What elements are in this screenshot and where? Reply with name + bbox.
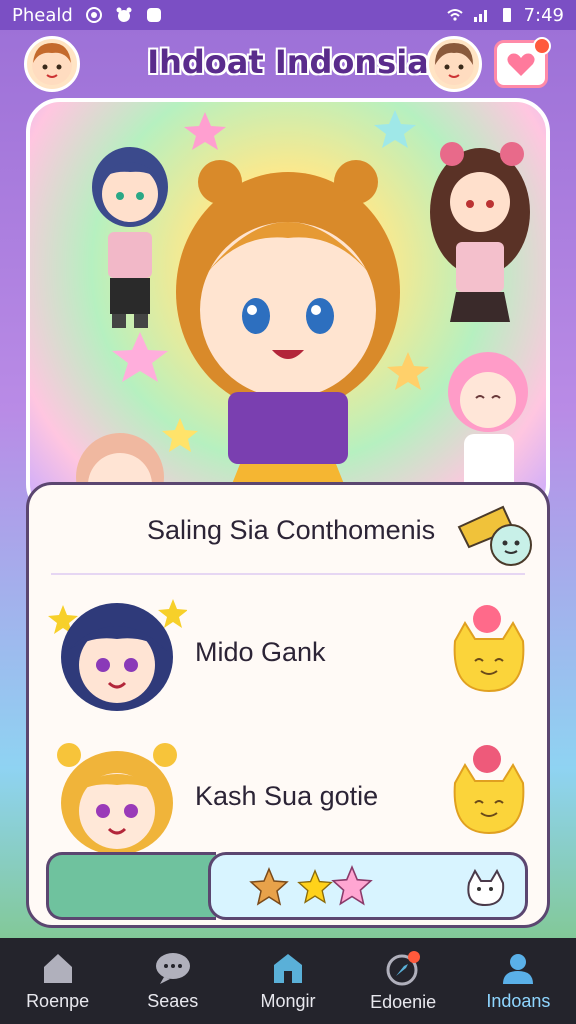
chibi-blonde-hair-avatar: [57, 743, 177, 855]
status-bar: Pheald 7:49: [0, 0, 576, 30]
cat-sticker-icon: [453, 745, 525, 835]
nav-item-home[interactable]: Roenpe: [3, 951, 113, 1012]
list-item[interactable]: Saling Sia Conthomenis: [29, 485, 547, 577]
nav-item-label: Edoenie: [370, 991, 437, 1012]
chibi-group-illustration: [76, 110, 530, 514]
rain-candy-icon: [457, 505, 532, 566]
chibi-blue-hair: [92, 147, 168, 328]
record-icon: [85, 7, 102, 23]
notification-dot: [533, 37, 551, 55]
cat-sticker-icon: [453, 605, 525, 693]
status-time: 7:49: [523, 4, 564, 26]
chibi-brown-hair: [430, 142, 530, 322]
signal-icon: [473, 10, 487, 22]
cookie-star-icon[interactable]: [249, 867, 289, 907]
list-item-label: Kash Sua gotie: [195, 781, 379, 811]
chat-icon: [155, 952, 190, 984]
pink-star-icon[interactable]: [331, 865, 373, 907]
home-icon: [43, 953, 72, 983]
list-item-label: Saling Sia Conthomenis: [147, 515, 436, 545]
avatar-right[interactable]: [426, 36, 482, 92]
heart-message-icon: [507, 53, 535, 76]
nav-item-chat[interactable]: Seaes: [118, 951, 228, 1012]
status-app-label: Pheald: [12, 4, 73, 26]
profile-icon: [503, 953, 534, 984]
list-item[interactable]: Mido Gank: [29, 581, 547, 721]
hero-illustration: [26, 98, 550, 518]
nav-item-compass[interactable]: Edoenie: [348, 950, 458, 1013]
page-title: Ihdoat Indonsia: [147, 43, 429, 81]
tray-left-panel: [46, 852, 216, 920]
chibi-main-orange-hair: [176, 160, 400, 514]
nav-item-label: Roenpe: [26, 990, 90, 1011]
messages-button[interactable]: [494, 37, 551, 88]
nav-item-label: Mongir: [260, 990, 316, 1011]
list-item[interactable]: Kash Sua gotie: [29, 731, 547, 861]
app-header: Ihdoat Indonsia: [0, 30, 576, 94]
store-icon: [273, 953, 302, 983]
avatar-girl-icon: [434, 43, 474, 85]
bear-icon: [116, 7, 132, 22]
star-decoration: [184, 112, 226, 150]
list-item-label: Mido Gank: [195, 637, 326, 667]
sticker-tray[interactable]: [208, 852, 528, 920]
compass-icon: [386, 950, 421, 985]
nav-item-label: Indoans: [486, 990, 551, 1011]
chibi-pink-hair: [448, 352, 528, 494]
cat-sticker-icon[interactable]: [463, 865, 507, 909]
star-decoration: [387, 352, 429, 390]
divider: [51, 573, 525, 575]
chibi-purple-hair-avatar: [48, 599, 187, 711]
wifi-icon: [446, 9, 463, 21]
star-decoration: [162, 418, 198, 452]
bottom-navigation: Roenpe Seaes Mongir Edoenie Indoans: [0, 938, 576, 1024]
nav-item-store[interactable]: Mongir: [233, 951, 343, 1012]
nav-item-profile[interactable]: Indoans: [463, 951, 573, 1012]
battery-icon: [502, 8, 511, 22]
app-icon: [146, 8, 161, 22]
nav-item-label: Seaes: [147, 990, 199, 1011]
yellow-star-icon[interactable]: [297, 869, 333, 905]
star-decoration: [374, 110, 416, 148]
star-decoration: [112, 332, 168, 382]
